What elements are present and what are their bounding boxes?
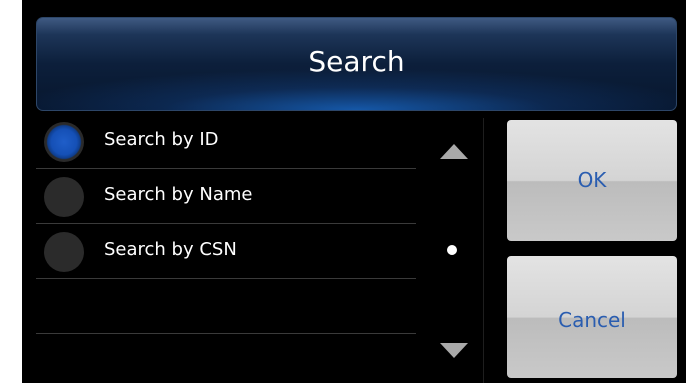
radio-button[interactable] <box>44 232 84 272</box>
scroll-up-arrow-icon[interactable] <box>440 144 468 159</box>
divider <box>483 118 484 383</box>
option-search-by-id[interactable]: Search by ID <box>36 114 416 169</box>
option-label: Search by Name <box>104 184 253 205</box>
title-bar: Search <box>36 17 677 111</box>
option-label: Search by CSN <box>104 239 237 260</box>
radio-button-selected[interactable] <box>44 122 84 162</box>
dialog-title: Search <box>308 45 405 78</box>
option-empty-row <box>36 279 416 334</box>
search-dialog: Search Search by ID Search by Name Searc… <box>22 0 686 383</box>
scroll-position-dot-icon <box>447 245 457 255</box>
cancel-button[interactable]: Cancel <box>507 256 677 378</box>
option-search-by-name[interactable]: Search by Name <box>36 169 416 224</box>
ok-button[interactable]: OK <box>507 120 677 241</box>
radio-button[interactable] <box>44 177 84 217</box>
search-option-list: Search by ID Search by Name Search by CS… <box>36 114 416 334</box>
option-label: Search by ID <box>104 129 219 150</box>
option-search-by-csn[interactable]: Search by CSN <box>36 224 416 279</box>
scroll-down-arrow-icon[interactable] <box>440 343 468 358</box>
